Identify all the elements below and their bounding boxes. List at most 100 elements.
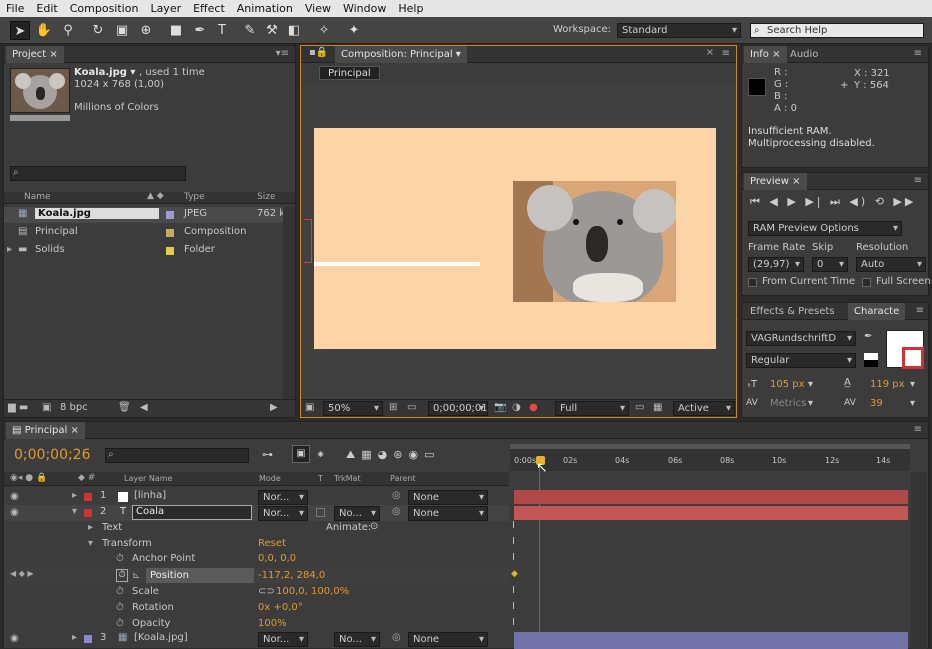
comp-canvas[interactable] bbox=[314, 128, 716, 349]
composition-subtab[interactable]: Principal bbox=[319, 66, 380, 80]
project-search-input[interactable]: ⌕ bbox=[10, 166, 186, 181]
project-item-name[interactable]: Koala.jpg ▾ bbox=[74, 67, 135, 78]
scroll-left-icon[interactable]: ◀ bbox=[140, 402, 148, 413]
panel-menu-icon[interactable]: ▾≡ bbox=[276, 48, 289, 59]
parent-select[interactable]: None bbox=[408, 506, 488, 521]
expand-arrow-icon[interactable]: ▸ bbox=[88, 522, 93, 533]
column-parent[interactable]: Parent bbox=[390, 474, 416, 483]
hand-tool-icon[interactable]: ✋ bbox=[34, 21, 54, 40]
stopwatch-icon[interactable]: ⏱ bbox=[116, 618, 124, 629]
menu-edit[interactable]: Edit bbox=[30, 2, 63, 15]
auto-keyframe-icon[interactable]: ◉ bbox=[408, 448, 424, 461]
pick-whip-icon[interactable]: ◎ bbox=[392, 632, 401, 643]
blend-mode-select[interactable]: Nor... bbox=[258, 632, 308, 647]
timeline-search-input[interactable]: ⌕ bbox=[105, 448, 249, 463]
column-mode[interactable]: Mode bbox=[259, 474, 281, 483]
tab-project[interactable]: Project × bbox=[6, 46, 64, 63]
dropdown-arrow-icon[interactable]: ▾ bbox=[808, 379, 813, 390]
timeline-current-time[interactable]: 0;00;00;26 bbox=[14, 447, 91, 463]
panel-menu-icon[interactable]: ≡ bbox=[722, 48, 730, 59]
tab-preview[interactable]: Preview × bbox=[744, 173, 807, 190]
eyedropper-icon[interactable]: ✒ bbox=[864, 331, 872, 342]
menu-animation[interactable]: Animation bbox=[231, 2, 299, 15]
time-ruler[interactable]: 0:00s 02s 04s 06s 08s 10s 12s 14s bbox=[510, 444, 910, 471]
anchor-point-value[interactable]: 0,0, 0,0 bbox=[258, 553, 296, 564]
rotation-value[interactable]: 0x +0,0° bbox=[258, 602, 303, 613]
stopwatch-icon[interactable]: ⏱ bbox=[116, 586, 124, 597]
panel-menu-icon[interactable]: ≡ bbox=[914, 424, 922, 435]
panel-menu-icon[interactable]: ≡ bbox=[916, 305, 924, 316]
tab-effects-presets[interactable]: Effects & Presets bbox=[744, 303, 841, 320]
skip-select[interactable]: 0 bbox=[812, 257, 848, 272]
position-value[interactable]: -117,2, 284,0 bbox=[258, 570, 325, 581]
last-frame-icon[interactable]: ⏭ bbox=[830, 195, 843, 208]
expand-arrow-icon[interactable]: ▸ bbox=[72, 632, 77, 643]
label-color-swatch[interactable] bbox=[84, 493, 92, 501]
trash-icon[interactable]: 🗑 bbox=[118, 402, 131, 413]
current-time-field[interactable]: 0;00;00;01 bbox=[428, 401, 488, 416]
column-size[interactable]: Size bbox=[257, 192, 275, 202]
tab-composition[interactable]: Composition: Principal ▾ bbox=[335, 46, 467, 63]
eye-icon[interactable]: ◉ bbox=[10, 633, 19, 644]
menu-window[interactable]: Window bbox=[337, 2, 392, 15]
new-composition-icon[interactable]: ▣ bbox=[42, 402, 51, 413]
type-tool-icon[interactable]: T bbox=[212, 21, 232, 40]
leading-value[interactable]: 119 px bbox=[870, 379, 905, 390]
brush-tool-icon[interactable]: ✎ bbox=[240, 21, 260, 40]
region-of-interest-icon[interactable]: ▭ bbox=[635, 402, 644, 413]
first-frame-icon[interactable]: ⏮ bbox=[750, 195, 763, 208]
blend-mode-select[interactable]: Nor... bbox=[258, 490, 308, 505]
tab-character[interactable]: Characte bbox=[848, 303, 906, 320]
transform-reset-link[interactable]: Reset bbox=[258, 538, 286, 549]
position-row[interactable] bbox=[4, 568, 509, 584]
trkmat-select[interactable]: No... bbox=[334, 632, 380, 647]
keyframe-navigator-icon[interactable]: ◀ ◆ ▶ bbox=[10, 569, 34, 578]
zoom-select[interactable]: 50% bbox=[323, 401, 383, 416]
frame-blending-icon[interactable]: ▦ bbox=[361, 448, 377, 461]
channel-icon[interactable]: ● bbox=[529, 402, 538, 413]
font-size-value[interactable]: 105 px bbox=[770, 379, 805, 390]
camera-tool-icon[interactable]: ▣ bbox=[112, 21, 132, 40]
workspace-select[interactable]: Standard bbox=[617, 23, 741, 38]
column-name[interactable]: Name bbox=[24, 192, 51, 202]
from-current-checkbox[interactable] bbox=[748, 278, 757, 287]
menu-view[interactable]: View bbox=[299, 2, 337, 15]
expand-arrow-icon[interactable]: ▸ bbox=[72, 490, 77, 501]
stopwatch-icon[interactable]: ⏱ bbox=[116, 602, 124, 613]
column-layer-name[interactable]: Layer Name bbox=[124, 474, 172, 483]
work-area-bar[interactable] bbox=[510, 444, 910, 449]
frame-rate-select[interactable]: (29,97) bbox=[748, 257, 804, 272]
collapse-arrow-icon[interactable]: ▾ bbox=[72, 506, 77, 517]
roto-brush-tool-icon[interactable]: ✧ bbox=[314, 21, 334, 40]
play-icon[interactable]: ▶ bbox=[787, 195, 798, 208]
resolution-select[interactable]: Auto bbox=[856, 257, 926, 272]
draft-3d-icon[interactable]: ⁕ bbox=[316, 448, 325, 461]
rotate-tool-icon[interactable]: ↻ bbox=[88, 21, 108, 40]
tab-info[interactable]: Info × bbox=[744, 46, 787, 63]
preserve-transparency-checkbox[interactable] bbox=[316, 508, 325, 517]
menu-composition[interactable]: Composition bbox=[64, 2, 145, 15]
pick-whip-icon[interactable]: ◎ bbox=[392, 490, 401, 501]
anchor-point-marker[interactable] bbox=[304, 219, 312, 263]
ram-preview-icon[interactable]: ▶▶ bbox=[893, 195, 916, 208]
search-help-input[interactable]: ⌕ Search Help bbox=[750, 23, 924, 38]
snapshot-icon[interactable]: 📷 bbox=[494, 402, 506, 413]
ram-preview-options-select[interactable]: RAM Preview Options bbox=[748, 221, 902, 236]
layer-row-coala[interactable]: ◉ ▾ 2 T Coala Nor... No... ◎ None bbox=[4, 505, 509, 521]
resolution-select[interactable]: Full bbox=[555, 401, 629, 416]
transform-property-group[interactable]: Transform bbox=[102, 538, 152, 549]
camera-view-select[interactable]: Active Came bbox=[673, 401, 735, 416]
label-color-swatch[interactable] bbox=[84, 635, 92, 643]
lock-icon[interactable]: ▪🔒 bbox=[309, 47, 328, 58]
interpret-footage-icon[interactable]: ▆ ▬ bbox=[8, 402, 28, 413]
comp-viewer[interactable] bbox=[301, 83, 736, 399]
scroll-right-icon[interactable]: ▶ bbox=[270, 402, 278, 413]
eraser-tool-icon[interactable]: ◧ bbox=[284, 21, 304, 40]
font-style-select[interactable]: Regular bbox=[746, 353, 856, 368]
graph-editor-icon[interactable]: ▭ bbox=[424, 448, 440, 461]
brainstorm-icon[interactable]: ⊛ bbox=[393, 448, 408, 461]
column-trkmat[interactable]: TrkMat bbox=[334, 474, 361, 483]
pan-behind-tool-icon[interactable]: ⊕ bbox=[136, 21, 156, 40]
clone-stamp-tool-icon[interactable]: ⚒ bbox=[262, 21, 282, 40]
dropdown-arrow-icon[interactable]: ▾ bbox=[910, 379, 915, 390]
